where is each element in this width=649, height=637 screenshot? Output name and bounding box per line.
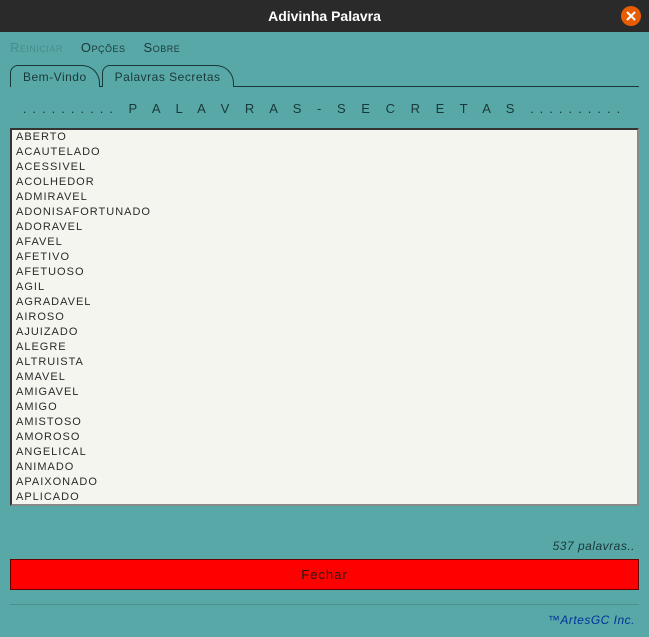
footer-credit: ™ArtesGC Inc. [0,609,649,637]
menu-reiniciar[interactable]: Reiniciar [10,40,63,55]
tab-bar: Bem-Vindo Palavras Secretas [10,65,639,87]
list-item[interactable]: AGRADAVEL [12,295,637,310]
word-count-label: 537 palavras.. [10,533,639,559]
list-item[interactable]: ALEGRE [12,340,637,355]
list-item[interactable]: AFETIVO [12,250,637,265]
list-item[interactable]: ANIMADO [12,460,637,475]
list-item[interactable]: AFAVEL [12,235,637,250]
list-item[interactable]: AMAVEL [12,370,637,385]
titlebar: Adivinha Palavra [0,0,649,32]
window-close-button[interactable] [621,6,641,26]
list-item[interactable]: ALTRUISTA [12,355,637,370]
list-item[interactable]: APRAZIVEL [12,505,637,506]
list-item[interactable]: AMISTOSO [12,415,637,430]
list-item[interactable]: ACAUTELADO [12,145,637,160]
menu-sobre[interactable]: Sobre [144,40,181,55]
footer-divider [10,604,639,605]
tab-panel-palavras: .......... P A L A V R A S - S E C R E T… [10,87,639,600]
list-item[interactable]: APAIXONADO [12,475,637,490]
word-listbox[interactable]: ABERTOACAUTELADOACESSIVELACOLHEDORADMIRA… [10,128,639,506]
tab-palavras-secretas[interactable]: Palavras Secretas [102,65,234,87]
content-area: Bem-Vindo Palavras Secretas .......... P… [10,65,639,600]
list-item[interactable]: ACESSIVEL [12,160,637,175]
list-item[interactable]: AMIGO [12,400,637,415]
fechar-button[interactable]: Fechar [10,559,639,590]
close-icon [626,11,636,21]
list-item[interactable]: APLICADO [12,490,637,505]
tab-bemvindo[interactable]: Bem-Vindo [10,65,100,87]
list-item[interactable]: ACOLHEDOR [12,175,637,190]
menu-opcoes[interactable]: Opções [81,40,126,55]
list-item[interactable]: AMOROSO [12,430,637,445]
app-body: Reiniciar Opções Sobre Bem-Vindo Palavra… [0,32,649,637]
list-item[interactable]: ANGELICAL [12,445,637,460]
word-list-container: ABERTOACAUTELADOACESSIVELACOLHEDORADMIRA… [10,128,639,533]
list-item[interactable]: AIROSO [12,310,637,325]
list-item[interactable]: ABERTO [12,130,637,145]
list-item[interactable]: AFETUOSO [12,265,637,280]
list-item[interactable]: AGIL [12,280,637,295]
list-item[interactable]: AJUIZADO [12,325,637,340]
menubar: Reiniciar Opções Sobre [0,32,649,59]
section-heading: .......... P A L A V R A S - S E C R E T… [10,95,639,128]
list-item[interactable]: AMIGAVEL [12,385,637,400]
window-title: Adivinha Palavra [268,8,381,24]
list-item[interactable]: ADONISAFORTUNADO [12,205,637,220]
list-item[interactable]: ADMIRAVEL [12,190,637,205]
list-item[interactable]: ADORAVEL [12,220,637,235]
